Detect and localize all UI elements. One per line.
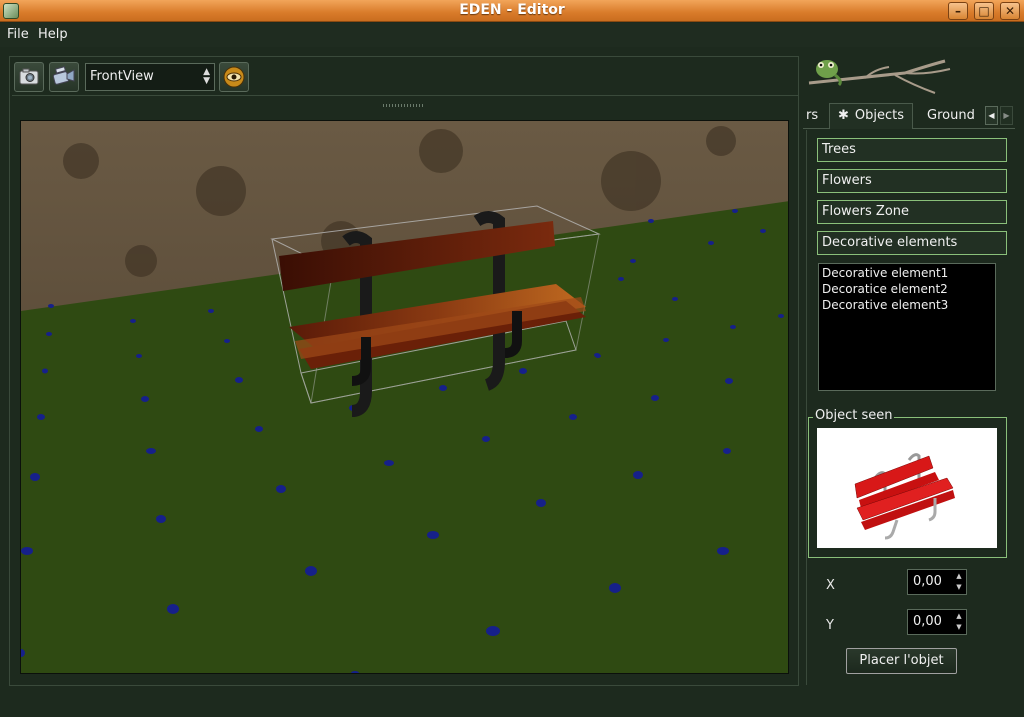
maximize-button[interactable]: □ [974,2,994,20]
object-seen-title: Object seen [813,408,895,423]
record-button[interactable] [49,62,79,92]
tab-scroll-right-button[interactable]: ▶ [1000,106,1013,125]
close-button[interactable]: ✕ [1000,2,1020,20]
view-select-value: FrontView [90,69,154,84]
category-decorative-button[interactable]: Decorative elements [817,231,1007,255]
category-flowers-button[interactable]: Flowers [817,169,1007,193]
camera-icon [19,68,39,85]
y-increment-icon[interactable]: ▲ [953,611,965,622]
list-item[interactable]: Decoratice element2 [822,281,992,297]
object-preview [817,428,997,548]
y-label: Y [826,618,834,633]
view-toggle-button[interactable] [219,62,249,92]
tab-ground[interactable]: Ground [927,108,975,123]
eye-icon [223,66,245,88]
category-flowers-zone-button[interactable]: Flowers Zone [817,200,1007,224]
splitter-handle[interactable] [383,104,423,107]
y-value: 0,00 [913,614,942,629]
list-item[interactable]: Decorative element3 [822,297,992,313]
scene-render [21,121,788,673]
x-label: X [826,578,835,593]
eden-logo [805,55,953,100]
minimize-button[interactable]: – [948,2,968,20]
decorative-list[interactable]: Decorative element1 Decoratice element2 … [818,263,996,391]
video-camera-icon [52,66,75,85]
asterisk-icon: ✱ [838,108,849,123]
place-object-button[interactable]: Placer l'objet [846,648,957,674]
menu-file[interactable]: File [7,27,29,42]
x-increment-icon[interactable]: ▲ [953,571,965,582]
3d-viewport[interactable] [20,120,789,674]
y-decrement-icon[interactable]: ▼ [953,622,965,633]
bench-preview-image [854,453,955,540]
screenshot-button[interactable] [14,62,44,92]
menu-bar: File Help [0,23,1024,47]
category-trees-button[interactable]: Trees [817,138,1007,162]
tab-objects[interactable]: ✱ Objects [829,103,914,129]
tab-partial[interactable]: rs [806,108,818,123]
x-spinbox[interactable]: 0,00 ▲ ▼ [907,569,967,595]
x-decrement-icon[interactable]: ▼ [953,582,965,593]
y-spinbox[interactable]: 0,00 ▲ ▼ [907,609,967,635]
list-item[interactable]: Decorative element1 [822,265,992,281]
panel-divider [806,130,807,685]
view-select[interactable]: FrontView ▲ ▼ [85,63,215,91]
menu-help[interactable]: Help [38,27,68,42]
x-value: 0,00 [913,574,942,589]
window-title: EDEN - Editor [459,2,565,18]
title-bar: EDEN - Editor – □ ✕ [0,0,1024,22]
tab-scroll-left-button[interactable]: ◀ [985,106,998,125]
select-arrows-icon: ▲ ▼ [203,67,210,86]
